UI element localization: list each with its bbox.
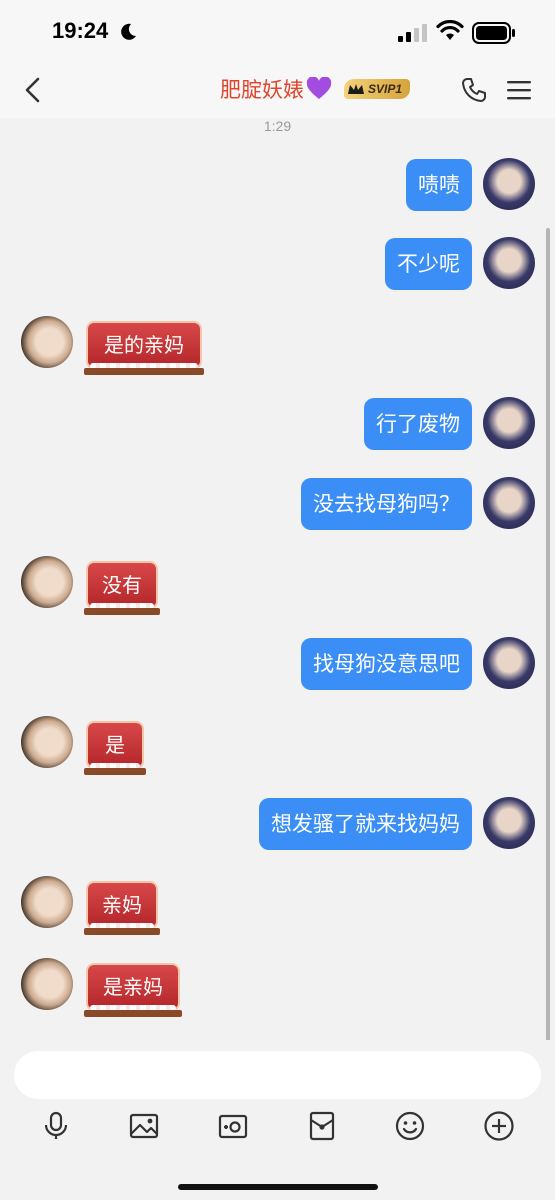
menu-button[interactable] — [506, 78, 532, 102]
wifi-icon — [436, 20, 464, 40]
message-bubble-sent[interactable]: 不少呢 — [385, 238, 472, 290]
message-sticker-received[interactable]: 是的亲妈 — [84, 321, 204, 375]
message-timestamp: 1:29 — [263, 118, 292, 134]
my-avatar[interactable] — [483, 237, 535, 289]
sticker-base — [84, 1010, 182, 1017]
cellular-signal-icon — [398, 24, 427, 42]
my-avatar[interactable] — [483, 797, 535, 849]
message-input[interactable] — [14, 1051, 541, 1099]
sticker-base — [84, 368, 204, 375]
sticker-base — [84, 768, 146, 775]
my-avatar[interactable] — [483, 158, 535, 210]
my-avatar[interactable] — [483, 477, 535, 529]
mic-icon[interactable] — [40, 1110, 72, 1142]
sticker-text: 是的亲妈 — [86, 321, 202, 369]
chat-title: 肥腚妖婊 — [220, 78, 304, 102]
emoji-icon[interactable] — [394, 1110, 426, 1142]
contact-avatar[interactable] — [21, 716, 73, 768]
message-bubble-sent[interactable]: 啧啧 — [406, 159, 472, 211]
message-bubble-sent[interactable]: 行了废物 — [364, 398, 472, 450]
chat-area[interactable]: 1:29 啧啧 不少呢 是的亲妈 行了废物 没去找母狗吗？ 没有 找母狗没意思吧… — [0, 118, 555, 1143]
svip-badge: SVIP1 — [344, 79, 411, 99]
home-indicator[interactable] — [178, 1184, 378, 1190]
sticker-base — [84, 928, 160, 935]
message-sticker-received[interactable]: 是 — [84, 721, 146, 775]
message-sticker-received[interactable]: 是亲妈 — [84, 963, 182, 1017]
status-time: 19:24 — [52, 18, 109, 43]
crown-icon — [348, 84, 364, 94]
contact-avatar[interactable] — [21, 556, 73, 608]
red-packet-icon[interactable] — [306, 1110, 338, 1142]
battery-icon — [472, 22, 515, 44]
back-button[interactable] — [20, 76, 46, 104]
message-bubble-sent[interactable]: 没去找母狗吗？ — [301, 478, 472, 530]
contact-avatar[interactable] — [21, 316, 73, 368]
my-avatar[interactable] — [483, 397, 535, 449]
input-area — [0, 1040, 555, 1200]
sticker-text: 亲妈 — [86, 881, 158, 929]
contact-avatar[interactable] — [21, 958, 73, 1010]
message-bubble-sent[interactable]: 想发骚了就来找妈妈 — [259, 798, 472, 850]
image-icon[interactable] — [128, 1110, 160, 1142]
my-avatar[interactable] — [483, 637, 535, 689]
status-bar: 19:24 — [0, 0, 555, 62]
sticker-text: 没有 — [86, 561, 158, 609]
sticker-text: 是 — [86, 721, 144, 769]
svip-label: SVIP1 — [368, 82, 403, 96]
message-sticker-received[interactable]: 没有 — [84, 561, 160, 615]
sticker-base — [84, 608, 160, 615]
sticker-text: 是亲妈 — [86, 963, 180, 1011]
scrollbar[interactable] — [546, 228, 550, 1143]
purple-heart-icon — [306, 77, 332, 99]
chat-title-group[interactable]: 肥腚妖婊 SVIP1 — [220, 74, 411, 104]
contact-avatar[interactable] — [21, 876, 73, 928]
nav-bar: 肥腚妖婊 SVIP1 — [0, 62, 555, 118]
phone-call-button[interactable] — [460, 76, 488, 104]
message-sticker-received[interactable]: 亲妈 — [84, 881, 160, 935]
plus-icon[interactable] — [483, 1110, 515, 1142]
camera-icon[interactable] — [217, 1110, 249, 1142]
message-bubble-sent[interactable]: 找母狗没意思吧 — [301, 638, 472, 690]
moon-icon — [121, 23, 136, 40]
